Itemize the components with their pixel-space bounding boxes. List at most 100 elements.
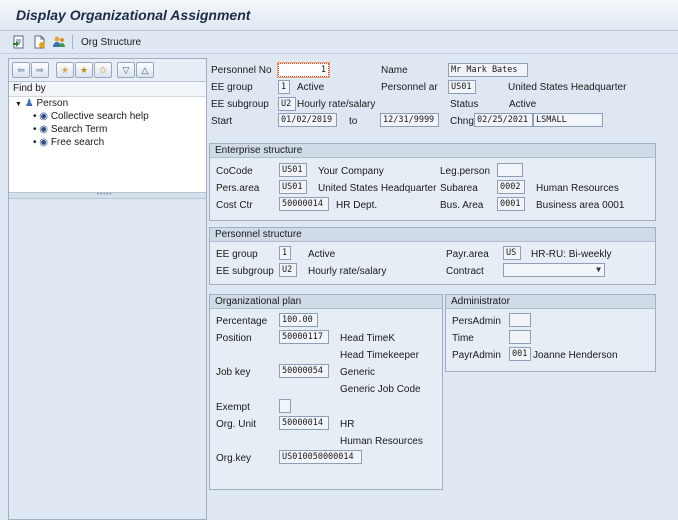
- pers-area-field: US01: [279, 180, 307, 194]
- find-by-header: Find by: [9, 82, 206, 97]
- hit-list-area: [9, 199, 206, 519]
- expand-triangle-icon[interactable]: ▼: [15, 101, 22, 108]
- job-key-label: Job key: [216, 367, 250, 378]
- tree-node-person[interactable]: ▼ ♟ Person: [15, 97, 68, 110]
- business-area-field: 0001: [497, 197, 525, 211]
- exempt-checkbox[interactable]: [279, 399, 291, 413]
- org-key-field: US010050000014: [279, 450, 362, 464]
- position-field: 50000117: [279, 330, 329, 344]
- payroll-admin-field: 001: [509, 347, 531, 361]
- group-title: Enterprise structure: [210, 144, 655, 158]
- payroll-area-label: Payr.area: [446, 249, 489, 260]
- ee-group-field: 1: [278, 80, 290, 94]
- cocode-text: Your Company: [318, 166, 384, 177]
- favorite-add-button[interactable]: ✭: [56, 62, 74, 78]
- cocode-field: US01: [279, 163, 307, 177]
- bullet-icon: •: [33, 111, 37, 122]
- subarea-text: Human Resources: [536, 183, 619, 194]
- payroll-area-text: HR-RU: Bi-weekly: [531, 249, 612, 260]
- favorites-button[interactable]: ★: [75, 62, 93, 78]
- org-key-label: Org.key: [216, 453, 251, 464]
- ee-group-text: Active: [297, 82, 324, 93]
- contract-label: Contract: [446, 266, 484, 277]
- payroll-admin-label: PayrAdmin: [452, 350, 501, 361]
- ee-subgroup-text: Hourly rate/salary: [308, 266, 386, 277]
- tree-node-label: Collective search help: [51, 111, 149, 122]
- pers-admin-label: PersAdmin: [452, 316, 501, 327]
- forward-arrow-button[interactable]: ⇨: [31, 62, 49, 78]
- pers-admin-field: [509, 313, 531, 327]
- org-unit-label: Org. Unit: [216, 419, 256, 430]
- ee-group-field: 1: [279, 246, 291, 260]
- name-field: Mr Mark Bates: [448, 63, 528, 77]
- collapse-button[interactable]: △: [136, 62, 154, 78]
- back-arrow-button[interactable]: ⇦: [12, 62, 30, 78]
- enterprise-structure-group: Enterprise structure CoCode US01 Your Co…: [209, 143, 656, 221]
- group-title: Personnel structure: [210, 228, 655, 242]
- status-label: Status: [450, 99, 478, 110]
- ee-group-label: EE group: [216, 249, 258, 260]
- start-date-field: 01/02/2019: [278, 113, 337, 127]
- display-object-icon[interactable]: [12, 35, 26, 49]
- ee-group-label: EE group: [211, 82, 253, 93]
- personnel-structure-group: Personnel structure EE group 1 Active Pa…: [209, 227, 656, 285]
- job-key-field: 50000054: [279, 364, 329, 378]
- toolbar-separator: [72, 35, 73, 49]
- page-title: Display Organizational Assignment: [16, 7, 250, 23]
- tree-node-collective-search[interactable]: • ◉ Collective search help: [33, 110, 149, 123]
- bullet-icon: •: [33, 124, 37, 135]
- pane-splitter[interactable]: •••••: [9, 192, 206, 199]
- start-label: Start: [211, 116, 232, 127]
- name-label: Name: [381, 65, 408, 76]
- position-label: Position: [216, 333, 252, 344]
- payroll-admin-text: Joanne Henderson: [533, 350, 618, 361]
- subarea-label: Subarea: [440, 183, 478, 194]
- ee-group-text: Active: [308, 249, 335, 260]
- personnel-no-field[interactable]: 1: [278, 63, 329, 77]
- percentage-field: 100.00: [279, 313, 318, 327]
- position-long-text: Head Timekeeper: [340, 350, 419, 361]
- business-area-text: Business area 0001: [536, 200, 624, 211]
- pers-area-label: Pers.area: [216, 183, 259, 194]
- personnel-no-label: Personnel No: [211, 65, 272, 76]
- expand-button[interactable]: ▽: [117, 62, 135, 78]
- cocode-label: CoCode: [216, 166, 253, 177]
- object-manager-toolbar: ⇦ ⇨ ✭ ★ ✩ ▽ △: [9, 59, 206, 82]
- pers-area-text: United States Headquarter: [318, 183, 436, 194]
- binoculars-icon: ◉: [39, 111, 48, 122]
- cost-center-field: 50000014: [279, 197, 329, 211]
- time-admin-label: Time: [452, 333, 474, 344]
- person-group-icon: ♟: [25, 98, 34, 109]
- binoculars-icon: ◉: [39, 124, 48, 135]
- tree-node-label: Person: [36, 98, 68, 109]
- business-area-label: Bus. Area: [440, 200, 483, 211]
- personnel-area-label: Personnel ar: [381, 82, 438, 93]
- personnel-area-text: United States Headquarter: [508, 82, 626, 93]
- contract-select[interactable]: ▼: [503, 263, 605, 277]
- tree-node-free-search[interactable]: • ◉ Free search: [33, 136, 104, 149]
- to-label: to: [349, 116, 357, 127]
- payroll-area-field: US: [503, 246, 521, 260]
- time-admin-field: [509, 330, 531, 344]
- job-key-long-text: Generic Job Code: [340, 384, 421, 395]
- subarea-field: 0002: [497, 180, 525, 194]
- ee-subgroup-label: EE subgroup: [216, 266, 274, 277]
- ee-subgroup-field: U2: [278, 97, 296, 111]
- tree-node-search-term[interactable]: • ◉ Search Term: [33, 123, 107, 136]
- person-group-icon[interactable]: [52, 35, 66, 49]
- favorite-edit-button[interactable]: ✩: [94, 62, 112, 78]
- ee-subgroup-field: U2: [279, 263, 297, 277]
- position-short-text: Head TimeK: [340, 333, 395, 344]
- org-structure-button[interactable]: Org Structure: [81, 37, 141, 48]
- application-toolbar: Org Structure: [0, 31, 678, 54]
- chevron-down-icon[interactable]: ▼: [596, 264, 601, 276]
- org-unit-long-text: Human Resources: [340, 436, 423, 447]
- org-unit-short-text: HR: [340, 419, 354, 430]
- document-icon[interactable]: [32, 35, 46, 49]
- job-key-short-text: Generic: [340, 367, 375, 378]
- splitter-grip-icon: •••••: [97, 192, 113, 198]
- legal-person-field: [497, 163, 523, 177]
- changed-by-field: LSMALL: [533, 113, 603, 127]
- cost-center-label: Cost Ctr: [216, 200, 253, 211]
- binoculars-icon: ◉: [39, 137, 48, 148]
